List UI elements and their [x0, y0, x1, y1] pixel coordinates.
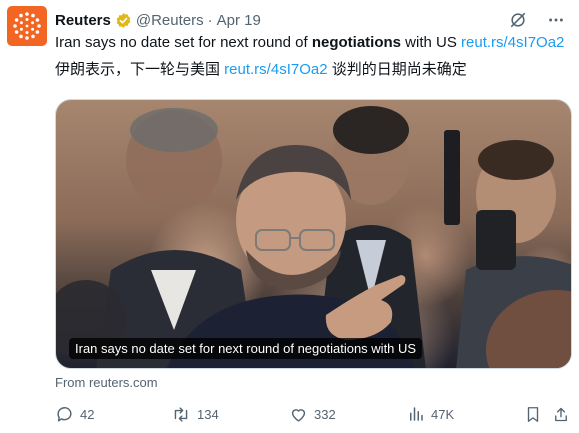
share-button[interactable] — [552, 403, 570, 425]
share-icon — [555, 407, 567, 421]
post-date[interactable]: Apr 19 — [217, 12, 261, 29]
tweet-text-en: Iran says no date set for next round of … — [55, 33, 564, 53]
like-button[interactable]: 332 — [289, 403, 336, 425]
text-zh-part2: 谈判的日期尚未确定 — [327, 61, 467, 78]
action-bar: 42 134 332 47K — [55, 403, 572, 425]
more-icon[interactable] — [547, 11, 565, 29]
article-link-zh[interactable]: reut.rs/4sI7Oa2 — [224, 61, 327, 78]
grok-icon[interactable] — [509, 11, 527, 29]
card-title-overlay: Iran says no date set for next round of … — [69, 338, 423, 359]
text-en-bold: negotiations — [311, 34, 401, 51]
views-count: 47K — [431, 406, 455, 422]
text-en-part2: with US — [401, 34, 462, 51]
verified-badge-icon — [115, 12, 132, 29]
tweet-text-zh: 伊朗表示，下一轮与美国 reut.rs/4sI7Oa2 谈判的日期尚未确定 — [55, 60, 467, 80]
repost-icon — [174, 406, 188, 422]
reply-icon — [57, 406, 72, 422]
header-actions — [509, 10, 565, 30]
views-button[interactable]: 47K — [407, 403, 454, 425]
text-en-part1: Iran says no date set for next round of — [55, 34, 312, 51]
reply-count: 42 — [80, 406, 95, 422]
article-link[interactable]: reut.rs/4sI7Oa2 — [461, 34, 564, 51]
reuters-logo-icon — [13, 12, 41, 40]
news-photo — [56, 106, 571, 368]
like-count: 332 — [314, 406, 336, 422]
views-icon — [410, 407, 423, 421]
link-card-image[interactable]: Iran says no date set for next round of … — [55, 99, 572, 369]
like-icon — [291, 408, 306, 422]
bookmark-button[interactable] — [524, 403, 542, 425]
author-handle[interactable]: @Reuters — [136, 12, 204, 29]
reply-button[interactable]: 42 — [55, 403, 94, 425]
text-zh-part1: 伊朗表示，下一轮与美国 — [55, 61, 225, 78]
repost-count: 134 — [197, 406, 219, 422]
separator-dot: · — [207, 11, 213, 29]
card-source[interactable]: From reuters.com — [55, 375, 158, 390]
tweet-header: Reuters @Reuters · Apr 19 — [55, 10, 565, 30]
repost-button[interactable]: 134 — [171, 403, 219, 425]
bookmark-icon — [527, 406, 539, 422]
author-name[interactable]: Reuters — [55, 12, 111, 29]
reuters-avatar[interactable] — [7, 6, 47, 46]
